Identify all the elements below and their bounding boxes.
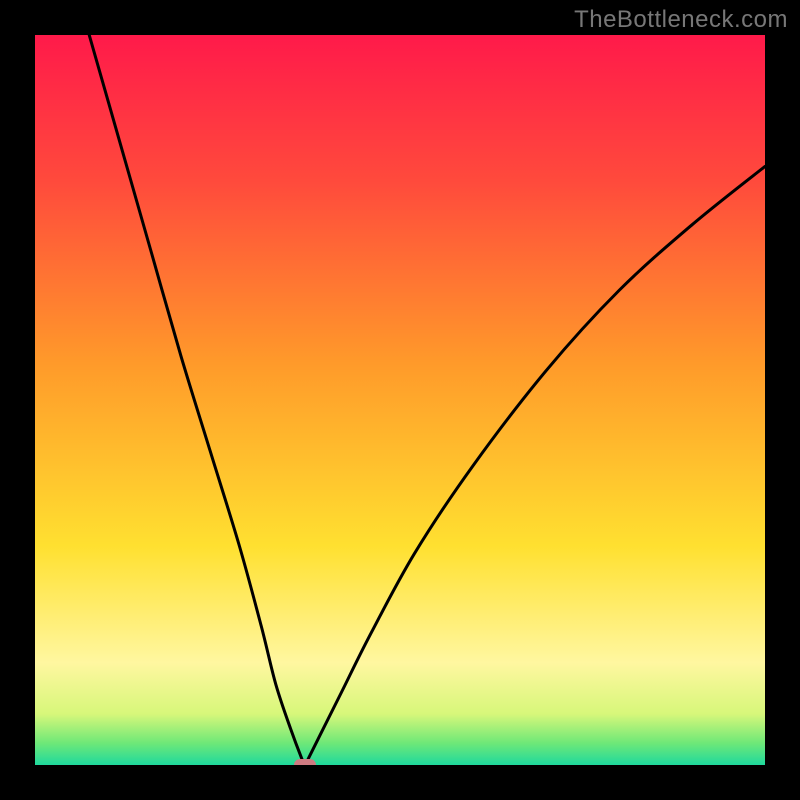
chart-figure: TheBottleneck.com	[0, 0, 800, 800]
watermark-text: TheBottleneck.com	[574, 6, 788, 34]
optimal-point-marker	[294, 759, 316, 765]
plot-area	[35, 35, 765, 765]
bottleneck-curve	[35, 35, 765, 765]
